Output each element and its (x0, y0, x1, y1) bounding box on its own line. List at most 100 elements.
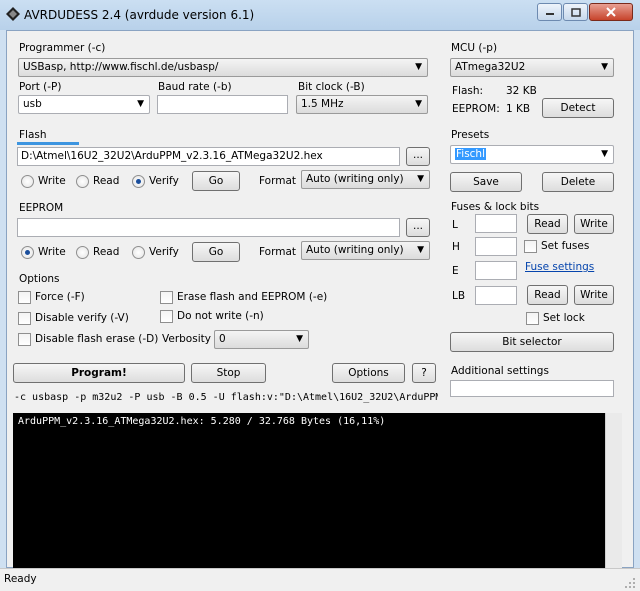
bitclock-label: Bit clock (-B) (298, 81, 365, 93)
flash-label: Flash (19, 129, 47, 141)
chevron-down-icon: ▼ (296, 334, 303, 344)
programmer-select[interactable]: USBasp, http://www.fischl.de/usbasp/ ▼ (18, 58, 428, 77)
erase-checkbox[interactable] (160, 291, 173, 304)
force-label: Force (-F) (35, 291, 85, 303)
mcu-flash-value: 32 KB (506, 85, 537, 97)
eeprom-read-radio[interactable] (76, 246, 89, 259)
erase-label: Erase flash and EEPROM (-e) (177, 291, 328, 303)
chevron-down-icon: ▼ (415, 62, 422, 72)
flash-format-value: Auto (writing only) (306, 173, 404, 185)
eeprom-write-label: Write (38, 246, 66, 258)
disable-verify-checkbox[interactable] (18, 312, 31, 325)
flash-read-radio[interactable] (76, 175, 89, 188)
console-scrollbar[interactable] (605, 413, 622, 568)
eeprom-write-radio[interactable] (21, 246, 34, 259)
programmer-value: USBasp, http://www.fischl.de/usbasp/ (23, 61, 219, 73)
presets-delete-button[interactable]: Delete (542, 172, 614, 192)
stop-button[interactable]: Stop (191, 363, 266, 383)
programmer-label: Programmer (-c) (19, 42, 106, 54)
eeprom-go-button[interactable]: Go (192, 242, 240, 262)
additional-settings-input[interactable] (450, 380, 614, 397)
flash-read-label: Read (93, 175, 120, 187)
eeprom-verify-radio[interactable] (132, 246, 145, 259)
set-lock-checkbox[interactable] (526, 312, 539, 325)
bit-selector-button[interactable]: Bit selector (450, 332, 614, 352)
chevron-down-icon: ▼ (417, 174, 424, 184)
maximize-icon (570, 7, 581, 17)
disable-flash-erase-checkbox[interactable] (18, 333, 31, 346)
chevron-down-icon: ▼ (601, 149, 608, 159)
verbosity-select[interactable]: 0 ▼ (214, 330, 309, 349)
baud-input[interactable] (157, 95, 288, 114)
fuses-label: Fuses & lock bits (451, 201, 540, 213)
presets-save-button[interactable]: Save (450, 172, 522, 192)
eeprom-verify-label: Verify (149, 246, 179, 258)
chevron-down-icon: ▼ (415, 99, 422, 109)
title-bar[interactable]: AVRDUDESS 2.4 (avrdude version 6.1) (0, 0, 640, 30)
status-bar: Ready (0, 568, 640, 591)
presets-label: Presets (451, 129, 490, 141)
mcu-value: ATmega32U2 (455, 61, 526, 73)
flash-write-radio[interactable] (21, 175, 34, 188)
fuse-settings-link[interactable]: Fuse settings (525, 261, 594, 273)
program-button[interactable]: Program! (13, 363, 185, 383)
mcu-eeprom-value: 1 KB (506, 103, 531, 115)
mcu-flash-label: Flash: (452, 85, 484, 97)
eeprom-format-value: Auto (writing only) (306, 244, 404, 256)
detect-button[interactable]: Detect (542, 98, 614, 118)
flash-browse-button[interactable]: ... (406, 147, 430, 166)
fuse-l-label: L (452, 219, 458, 231)
presets-select[interactable]: Fischl ▼ (450, 145, 614, 164)
app-icon (6, 7, 20, 21)
maximize-button[interactable] (563, 3, 588, 21)
close-button[interactable] (589, 3, 633, 21)
baud-label: Baud rate (-b) (158, 81, 232, 93)
port-label: Port (-P) (19, 81, 62, 93)
eeprom-label: EEPROM (19, 202, 64, 214)
fuses-read-button[interactable]: Read (527, 214, 568, 234)
fuse-lb-input[interactable] (475, 286, 517, 305)
no-write-checkbox[interactable] (160, 310, 173, 323)
options-label: Options (19, 273, 60, 285)
fuse-l-input[interactable] (475, 214, 517, 233)
verbosity-value: 0 (219, 333, 226, 345)
eeprom-browse-button[interactable]: ... (406, 218, 430, 237)
presets-value: Fischl (455, 148, 487, 160)
lock-read-button[interactable]: Read (527, 285, 568, 305)
flash-path-input[interactable]: D:\Atmel\16U2_32U2\ArduPPM_v2.3.16_ATMeg… (17, 147, 400, 166)
set-fuses-checkbox[interactable] (524, 240, 537, 253)
port-select[interactable]: usb ▼ (18, 95, 150, 114)
flash-format-select[interactable]: Auto (writing only) ▼ (301, 170, 430, 189)
close-icon (606, 7, 616, 17)
eeprom-read-label: Read (93, 246, 120, 258)
fuse-e-input[interactable] (475, 261, 517, 280)
bitclock-value: 1.5 MHz (301, 98, 344, 110)
fuses-write-button[interactable]: Write (574, 214, 614, 234)
set-fuses-label: Set fuses (541, 240, 590, 252)
minimize-icon (545, 13, 554, 15)
disable-flash-erase-label: Disable flash erase (-D) (35, 333, 159, 345)
fuse-h-label: H (452, 241, 460, 253)
mcu-select[interactable]: ATmega32U2 ▼ (450, 58, 614, 77)
eeprom-format-label: Format (259, 246, 297, 258)
resize-grip-icon[interactable] (624, 577, 636, 589)
eeprom-format-select[interactable]: Auto (writing only) ▼ (301, 241, 430, 260)
bitclock-select[interactable]: 1.5 MHz ▼ (296, 95, 428, 114)
flash-go-button[interactable]: Go (192, 171, 240, 191)
force-checkbox[interactable] (18, 291, 31, 304)
fuse-e-label: E (452, 265, 459, 277)
flash-verify-radio[interactable] (132, 175, 145, 188)
mcu-eeprom-label: EEPROM: (452, 103, 500, 115)
help-button[interactable]: ? (412, 363, 436, 383)
command-line-preview: -c usbasp -p m32u2 -P usb -B 0.5 -U flas… (14, 392, 438, 403)
flash-write-label: Write (38, 175, 66, 187)
no-write-label: Do not write (-n) (177, 310, 264, 322)
flash-format-label: Format (259, 175, 297, 187)
minimize-button[interactable] (537, 3, 562, 21)
eeprom-path-input[interactable] (17, 218, 400, 237)
verbosity-label: Verbosity (162, 333, 211, 345)
options-button[interactable]: Options (332, 363, 405, 383)
fuse-h-input[interactable] (475, 237, 517, 256)
disable-verify-label: Disable verify (-V) (35, 312, 129, 324)
lock-write-button[interactable]: Write (574, 285, 614, 305)
